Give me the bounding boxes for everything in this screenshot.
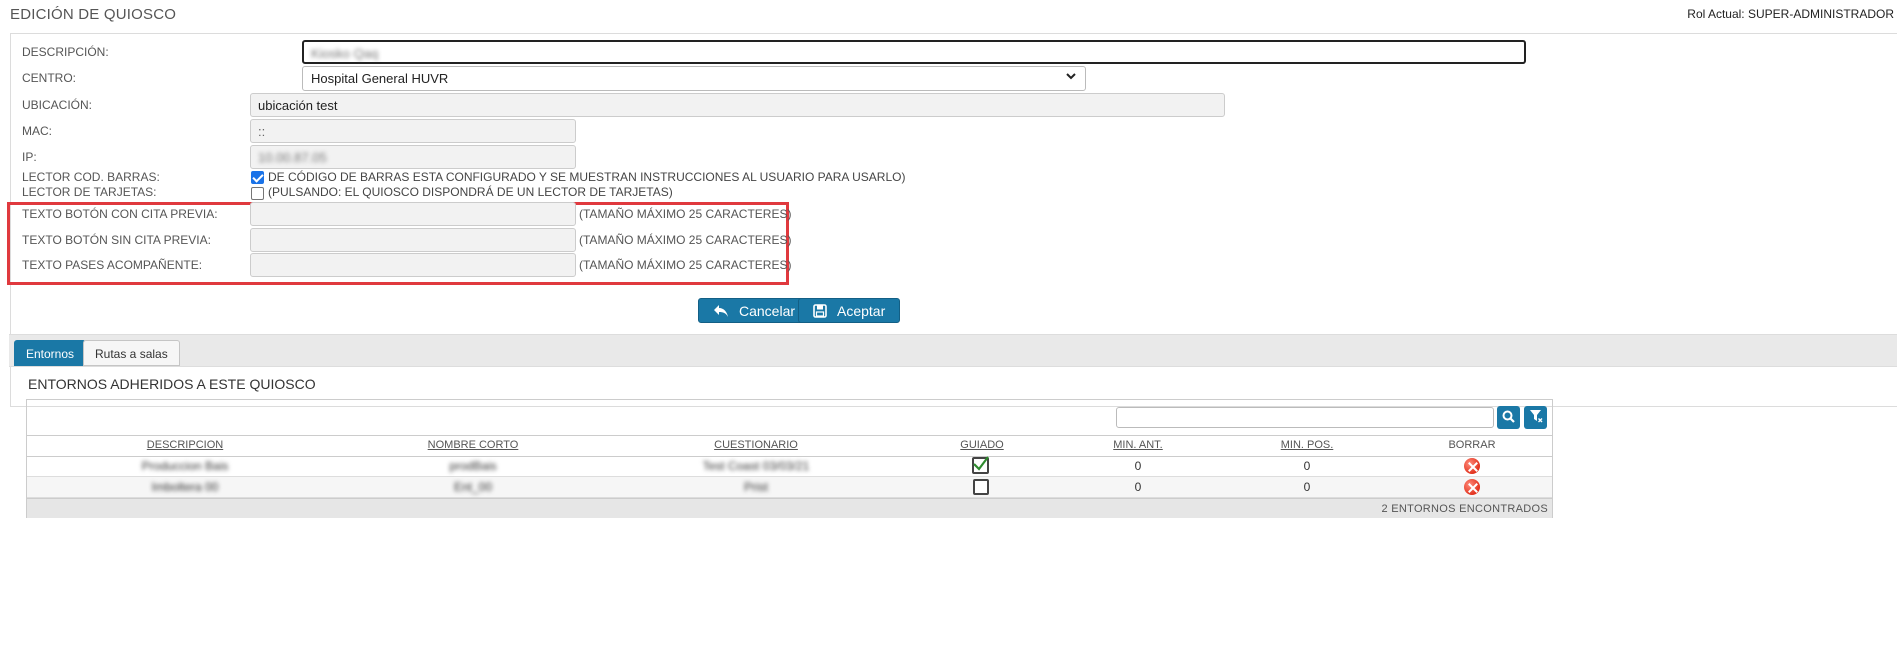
check-icon [973,456,989,471]
cell-cuestionario: Prist [744,480,768,494]
mac-input[interactable]: :: [250,119,576,143]
current-role: Rol Actual: SUPER-ADMINISTRADOR [1687,7,1894,21]
centro-label: CENTRO: [22,71,76,85]
accept-button-label: Aceptar [837,302,886,319]
lector-tarjetas-checkbox[interactable] [251,187,264,200]
lector-tarjetas-text: (PULSANDO: EL QUIOSCO DISPONDRÁ DE UN LE… [268,185,673,199]
cell-min-ant: 0 [1134,459,1142,473]
grid-header: DESCRIPCION NOMBRE CORTO CUESTIONARIO GU… [27,435,1552,457]
texto-pases-label: TEXTO PASES ACOMPAÑENTE: [22,258,203,272]
mac-value: :: [258,124,266,139]
accept-button[interactable]: Aceptar [798,298,901,323]
cell-min-ant: 0 [1134,480,1142,494]
tab-entornos[interactable]: Entornos [14,340,87,366]
ip-input[interactable]: 10.00.87.05 [250,145,576,169]
column-descripcion[interactable]: DESCRIPCION [120,439,250,451]
delete-icon[interactable] [1464,458,1480,474]
tab-rutas-a-salas[interactable]: Rutas a salas [83,340,180,366]
centro-select[interactable]: Hospital General HUVR [302,66,1086,91]
ip-value: 10.00.87.05 [258,150,327,165]
lector-barras-checkbox[interactable] [251,171,264,184]
texto-con-cita-hint: (TAMAÑO MÁXIMO 25 CARACTERES) [579,207,792,221]
undo-icon [713,304,729,318]
column-borrar: BORRAR [1448,439,1496,451]
ubicacion-label: UBICACIÓN: [22,98,93,112]
cell-min-pos: 0 [1303,480,1311,494]
guiado-checkbox[interactable] [972,456,989,474]
texto-sin-cita-input[interactable] [250,228,576,252]
search-button[interactable] [1497,406,1520,429]
cancel-button-label: Cancelar [739,302,796,319]
column-min-pos[interactable]: MIN. POS. [1242,439,1372,451]
cell-min-pos: 0 [1303,459,1311,473]
column-guiado[interactable]: GUIADO [917,439,1047,451]
page-title: EDICIÓN DE QUIOSCO [10,6,177,23]
texto-sin-cita-label: TEXTO BOTÓN SIN CITA PREVIA: [22,233,211,247]
cell-cuestionario: Test Coast 03/03/21 [702,459,810,473]
ubicacion-value: ubicación test [258,98,338,113]
cell-descripcion: Produccion Bais [141,459,229,473]
texto-con-cita-input[interactable] [250,202,576,226]
cell-nombre-corto: Ent_00 [453,480,493,494]
texto-pases-input[interactable] [250,253,576,277]
descripcion-label: DESCRIPCIÓN: [22,45,109,59]
grid-search-input[interactable] [1116,407,1494,428]
tab-bar: Entornos Rutas a salas [9,334,1897,367]
section-title: ENTORNOS ADHERIDOS A ESTE QUIOSCO [28,376,316,392]
column-cuestionario[interactable]: CUESTIONARIO [691,439,821,451]
records-count: 2 ENTORNOS ENCONTRADOS [1381,503,1548,515]
column-nombre-corto[interactable]: NOMBRE CORTO [408,439,538,451]
clear-filter-button[interactable] [1524,406,1547,429]
texto-sin-cita-hint: (TAMAÑO MÁXIMO 25 CARACTERES) [579,233,792,247]
texto-con-cita-label: TEXTO BOTÓN CON CITA PREVIA: [22,207,218,221]
table-row[interactable]: Produccion Bais prodBais Test Coast 03/0… [27,456,1552,477]
mac-label: MAC: [22,124,52,138]
cell-nombre-corto: prodBais [449,459,497,473]
texto-pases-hint: (TAMAÑO MÁXIMO 25 CARACTERES) [579,258,792,272]
descripcion-value: Kiosko Qaq [311,46,379,61]
ip-label: IP: [22,150,37,164]
guiado-checkbox[interactable] [973,479,989,495]
ubicacion-input[interactable]: ubicación test [250,93,1225,117]
lector-barras-label: LECTOR COD. BARRAS: [22,170,160,184]
table-row[interactable]: Imboltera 00 Ent_00 Prist 0 0 [27,477,1552,498]
cell-descripcion: Imboltera 00 [151,480,219,494]
descripcion-input[interactable]: Kiosko Qaq [302,40,1526,64]
lector-tarjetas-label: LECTOR DE TARJETAS: [22,185,157,199]
search-icon [1502,410,1515,426]
centro-value: Hospital General HUVR [311,71,449,86]
filter-icon [1529,409,1543,426]
delete-icon[interactable] [1464,479,1480,495]
cancel-button[interactable]: Cancelar [698,298,811,323]
grid-footer: 2 ENTORNOS ENCONTRADOS [27,498,1552,518]
lector-barras-text: DE CÓDIGO DE BARRAS ESTA CONFIGURADO Y S… [268,170,906,184]
save-icon [813,303,827,318]
column-min-ant[interactable]: MIN. ANT. [1073,439,1203,451]
chevron-down-icon [1065,70,1077,85]
